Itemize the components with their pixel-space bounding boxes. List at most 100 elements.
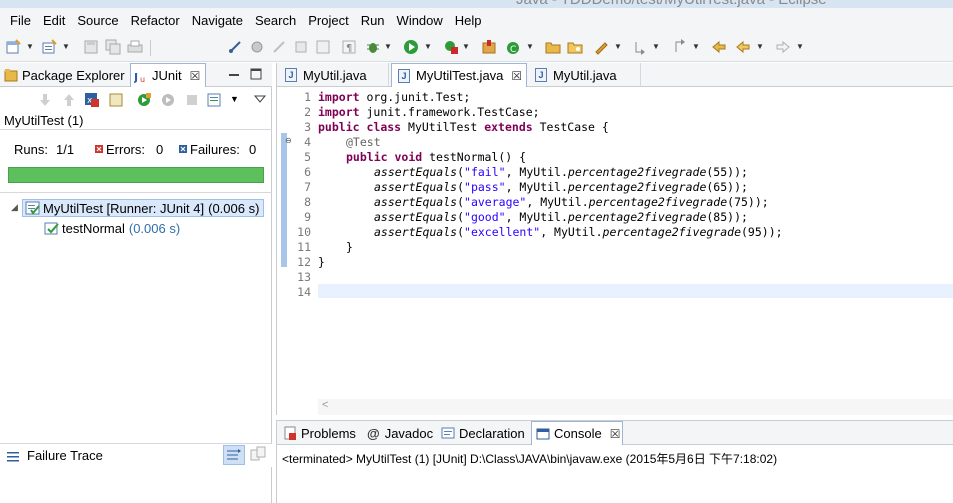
skip-breakpoints-icon[interactable] [248, 38, 266, 56]
coverage-icon[interactable] [442, 38, 460, 56]
failure-icon [178, 143, 188, 158]
menu-file[interactable]: File [4, 13, 37, 28]
open-folder-icon[interactable] [544, 38, 562, 56]
menu-run[interactable]: Run [355, 13, 391, 28]
test-progress-fill [9, 168, 263, 182]
run-dropdown-icon[interactable]: ▼ [424, 40, 432, 54]
window-title-bar: Java - TDDDemo/test/MyUtilTest.java - Ec… [0, 0, 953, 8]
menu-refactor[interactable]: Refactor [125, 13, 186, 28]
rerun-failed-first-icon[interactable] [160, 92, 176, 111]
code-line[interactable]: assertEquals("good", MyUtil.percentage2f… [374, 210, 748, 224]
code-line[interactable]: assertEquals("fail", MyUtil.percentage2f… [374, 165, 748, 179]
filter-stack-trace-icon[interactable] [223, 445, 245, 465]
tree-item-test-class[interactable]: MyUtilTest [Runner: JUnit 4] (0.006 s) [22, 199, 265, 217]
open-task-icon[interactable] [566, 38, 584, 56]
open-type-icon[interactable] [40, 38, 58, 56]
code-line[interactable]: import junit.framework.TestCase; [318, 105, 540, 119]
debug-icon[interactable] [364, 38, 382, 56]
prev-annotation-icon[interactable] [672, 38, 690, 56]
new-dropdown-icon[interactable]: ▼ [26, 40, 34, 54]
minimize-view-icon[interactable] [228, 67, 240, 81]
menu-navigate[interactable]: Navigate [186, 13, 249, 28]
run-icon[interactable] [402, 38, 420, 56]
code-line[interactable]: } [346, 240, 353, 254]
scroll-left-icon[interactable]: < [322, 399, 328, 411]
editor-tab-myutiltest[interactable]: J MyUtilTest.java ☒ [391, 63, 527, 87]
next-failure-icon[interactable] [38, 92, 52, 111]
back-dropdown-icon[interactable]: ▼ [756, 40, 764, 54]
pilcrow-icon[interactable]: ¶ [340, 38, 358, 56]
code-line[interactable]: public class MyUtilTest extends TestCase… [318, 120, 609, 134]
tab-javadoc[interactable]: @ Javadoc [363, 421, 435, 445]
declaration-icon [441, 426, 455, 440]
pen-dropdown-icon[interactable]: ▼ [614, 40, 622, 54]
tab-junit[interactable]: Ju JUnit ☒ [130, 63, 206, 87]
annotation-pen-icon[interactable] [592, 38, 610, 56]
debug-dropdown-icon[interactable]: ▼ [384, 40, 392, 54]
svg-text:u: u [140, 75, 145, 83]
close-junit-tab-icon[interactable]: ☒ [190, 69, 201, 83]
tab-package-explorer[interactable]: Package Explorer [4, 63, 128, 87]
menu-edit[interactable]: Edit [37, 13, 71, 28]
line-number: 8 [304, 195, 311, 209]
editor-tab-myutil-1[interactable]: J MyUtil.java [279, 63, 389, 87]
tab-declaration[interactable]: Declaration [437, 421, 531, 445]
maximize-view-icon[interactable] [250, 67, 262, 81]
resume-disabled-icon[interactable] [270, 38, 288, 56]
menu-search[interactable]: Search [249, 13, 302, 28]
line-number: 10 [297, 225, 311, 239]
line-number: 1 [304, 90, 311, 104]
expand-toggle-icon[interactable]: ◢ [11, 202, 18, 213]
view-menu-icon[interactable] [253, 92, 267, 109]
new-java-class-icon[interactable]: C [504, 38, 522, 56]
menu-help[interactable]: Help [449, 13, 488, 28]
runs-label: Runs: [14, 142, 48, 157]
step-icon[interactable] [292, 38, 310, 56]
stop-test-icon[interactable] [184, 92, 200, 111]
print-icon[interactable] [126, 38, 144, 56]
close-editor-tab-icon[interactable]: ☒ [511, 69, 522, 83]
forward-icon[interactable] [774, 38, 792, 56]
code-line[interactable]: public void testNormal() { [346, 150, 526, 164]
code-line[interactable]: assertEquals("pass", MyUtil.percentage2f… [374, 180, 748, 194]
scroll-lock-icon[interactable] [108, 92, 124, 111]
editor-tab-label: MyUtil.java [553, 67, 617, 83]
history-dropdown-icon[interactable]: ▼ [230, 94, 239, 104]
compare-results-icon[interactable] [250, 446, 266, 465]
new-icon[interactable] [4, 38, 22, 56]
fold-toggle-icon[interactable]: ⊖ [285, 136, 292, 145]
new-class-dropdown-icon[interactable]: ▼ [526, 40, 534, 54]
rerun-test-icon[interactable] [136, 92, 152, 111]
save-all-icon[interactable] [104, 38, 122, 56]
horizontal-scrollbar[interactable]: < [318, 399, 953, 415]
open-type-dropdown-icon[interactable]: ▼ [62, 40, 70, 54]
forward-dropdown-icon[interactable]: ▼ [796, 40, 804, 54]
line-number: 12 [297, 255, 311, 269]
external-tools-icon[interactable] [480, 38, 498, 56]
menu-window[interactable]: Window [391, 13, 449, 28]
coverage-dropdown-icon[interactable]: ▼ [462, 40, 470, 54]
code-line[interactable]: assertEquals("excellent", MyUtil.percent… [374, 225, 783, 239]
menu-project[interactable]: Project [302, 13, 354, 28]
back-icon[interactable] [734, 38, 752, 56]
show-failures-only-icon[interactable]: x [84, 92, 100, 111]
code-line[interactable]: @Test [346, 135, 381, 149]
previous-failure-icon[interactable] [62, 92, 76, 111]
tab-problems[interactable]: Problems [279, 421, 359, 445]
close-console-tab-icon[interactable]: ☒ [610, 427, 621, 441]
editor-tab-myutil-2[interactable]: J MyUtil.java [529, 63, 641, 87]
tree-item-test-method[interactable]: testNormal (0.006 s) [44, 219, 180, 237]
test-run-history-icon[interactable] [206, 92, 222, 111]
prev-annotation-dropdown-icon[interactable]: ▼ [692, 40, 700, 54]
tab-console[interactable]: Console ☒ [531, 421, 623, 445]
toggle-breakpoint-icon[interactable] [226, 38, 244, 56]
next-annotation-icon[interactable] [632, 38, 650, 56]
menu-source[interactable]: Source [71, 13, 124, 28]
show-whitespace-icon[interactable] [314, 38, 332, 56]
code-line[interactable]: } [318, 255, 325, 269]
code-line[interactable]: assertEquals("average", MyUtil.percentag… [374, 195, 769, 209]
last-edit-location-icon[interactable] [710, 38, 728, 56]
save-icon[interactable] [82, 38, 100, 56]
next-annotation-dropdown-icon[interactable]: ▼ [652, 40, 660, 54]
code-line[interactable]: import org.junit.Test; [318, 90, 470, 104]
